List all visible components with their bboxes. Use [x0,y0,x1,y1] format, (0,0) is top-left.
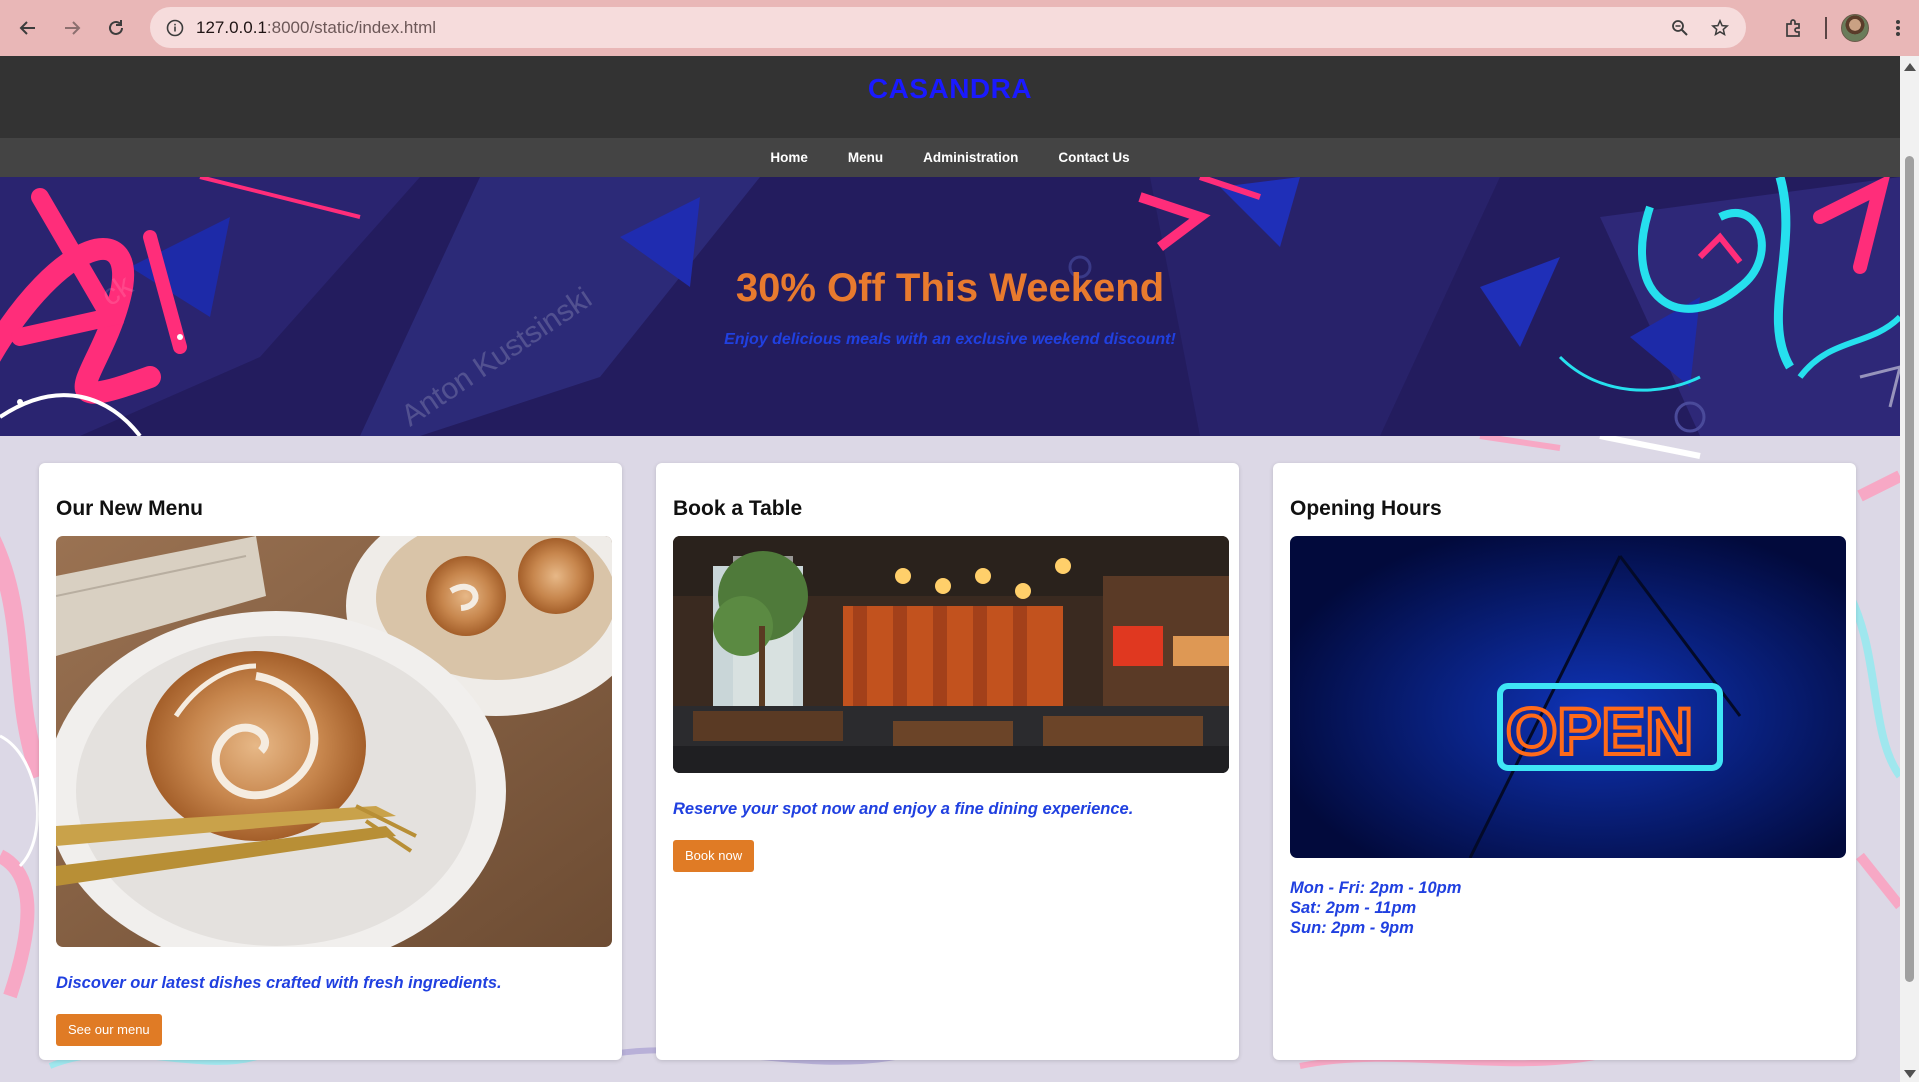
see-our-menu-button[interactable]: See our menu [56,1014,162,1046]
forward-arrow-icon[interactable] [50,6,94,50]
page-scrollbar[interactable] [1900,56,1919,1082]
card-title: Opening Hours [1290,497,1442,520]
back-arrow-icon[interactable] [6,6,50,50]
address-bar[interactable]: 127.0.0.1:8000/static/index.html [150,7,1746,48]
url-host: 127.0.0.1 [196,17,267,37]
nav-menu[interactable]: Menu [828,138,903,177]
card-new-menu: Our New Menu Discover our latest dishes … [39,463,622,1060]
restaurant-interior-image [673,536,1229,773]
card-opening-hours: Opening Hours OPEN Mon - Fri: 2pm - 10pm… [1273,463,1856,1060]
profile-avatar[interactable] [1841,14,1869,42]
nav-home[interactable]: Home [750,138,828,177]
toolbar-divider [1825,17,1827,39]
card-title: Our New Menu [56,497,204,520]
url-text: 127.0.0.1:8000/static/index.html [196,18,436,38]
extensions-icon[interactable] [1771,6,1815,50]
reload-icon[interactable] [94,6,138,50]
hero-banner: Anton Kustsinski ck 30% Off This Weekend… [0,177,1900,436]
nav-contact-us[interactable]: Contact Us [1038,138,1149,177]
bookmark-star-icon[interactable] [1704,12,1736,44]
cinnamon-roll-image [56,536,612,947]
scroll-up-arrow-icon[interactable] [1904,63,1916,71]
book-now-button[interactable]: Book now [673,840,755,872]
hero-subtitle: Enjoy delicious meals with an exclusive … [724,331,1176,348]
site-brand[interactable]: CASANDRA [868,73,1032,105]
open-sign-text: OPEN [1506,694,1693,768]
zoom-icon[interactable] [1664,12,1696,44]
url-path: :8000/static/index.html [266,17,437,37]
nav-administration[interactable]: Administration [903,138,1038,177]
site-header: CASANDRA [0,56,1900,138]
open-sign-image: OPEN [1290,536,1846,858]
scrollbar-thumb[interactable] [1905,156,1914,982]
card-description: Discover our latest dishes crafted with … [56,974,502,992]
main-nav: Home Menu Administration Contact Us [0,138,1900,177]
more-menu-icon[interactable] [1883,6,1913,50]
hours-weekdays: Mon - Fri: 2pm - 10pm [1290,879,1462,897]
browser-toolbar: 127.0.0.1:8000/static/index.html [0,0,1919,56]
opening-hours-list: Mon - Fri: 2pm - 10pm Sat: 2pm - 11pm Su… [1290,878,1461,938]
hero-title: 30% Off This Weekend [735,266,1165,310]
scroll-down-arrow-icon[interactable] [1904,1070,1916,1078]
hours-saturday: Sat: 2pm - 11pm [1290,899,1417,917]
card-title: Book a Table [673,497,803,520]
card-book-table: Book a Table Reserve your spot now and e… [656,463,1239,1060]
hours-sunday: Sun: 2pm - 9pm [1290,919,1414,937]
site-info-icon[interactable] [160,13,190,43]
card-description: Reserve your spot now and enjoy a fine d… [673,800,1134,818]
page-viewport: CASANDRA Home Menu Administration Contac… [0,56,1900,1082]
